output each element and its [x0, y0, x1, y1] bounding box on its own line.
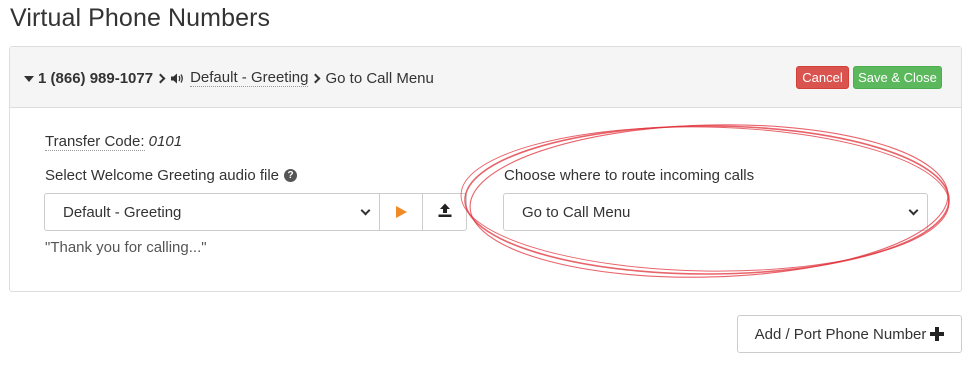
add-port-phone-number-label: Add / Port Phone Number — [754, 325, 927, 343]
breadcrumb: 1 (866) 989-1077 Default - Greeting Go t… — [24, 69, 434, 87]
phone-number-panel: 1 (866) 989-1077 Default - Greeting Go t… — [9, 46, 962, 292]
panel-header: 1 (866) 989-1077 Default - Greeting Go t… — [10, 47, 961, 108]
greeting-select-label: Select Welcome Greeting audio file ? — [45, 167, 298, 184]
transfer-code-value: 0101 — [148, 133, 183, 150]
route-select-value: Go to Call Menu — [522, 203, 631, 221]
transfer-code: Transfer Code: 0101 — [45, 133, 183, 151]
greeting-crumb[interactable]: Default - Greeting — [190, 69, 309, 87]
add-port-phone-number-button[interactable]: Add / Port Phone Number — [737, 315, 962, 353]
greeting-select-value: Default - Greeting — [63, 203, 182, 221]
question-circle-icon[interactable]: ? — [284, 169, 298, 182]
greeting-description: "Thank you for calling..." — [45, 239, 207, 256]
greeting-select[interactable]: Default - Greeting — [44, 193, 380, 231]
chevron-right-icon — [155, 73, 166, 83]
chevron-down-icon — [360, 205, 371, 216]
caret-down-icon[interactable] — [24, 75, 34, 82]
phone-number-text[interactable]: 1 (866) 989-1077 — [38, 70, 153, 87]
plus-icon — [930, 327, 945, 341]
save-close-button[interactable]: Save & Close — [853, 66, 942, 89]
route-select-label: Choose where to route incoming calls — [504, 167, 755, 184]
route-crumb[interactable]: Go to Call Menu — [325, 70, 433, 87]
greeting-select-label-text: Select Welcome Greeting audio file — [45, 167, 280, 184]
transfer-code-label: Transfer Code: — [45, 133, 145, 151]
play-icon — [395, 206, 407, 218]
volume-icon[interactable] — [170, 72, 184, 85]
page-title: Virtual Phone Numbers — [10, 4, 271, 32]
route-select[interactable]: Go to Call Menu — [503, 193, 928, 231]
chevron-right-icon — [311, 73, 321, 83]
chevron-down-icon — [908, 205, 919, 216]
upload-button[interactable] — [422, 193, 467, 231]
play-button[interactable] — [379, 193, 423, 231]
upload-icon — [437, 202, 453, 223]
cancel-button[interactable]: Cancel — [796, 66, 849, 89]
